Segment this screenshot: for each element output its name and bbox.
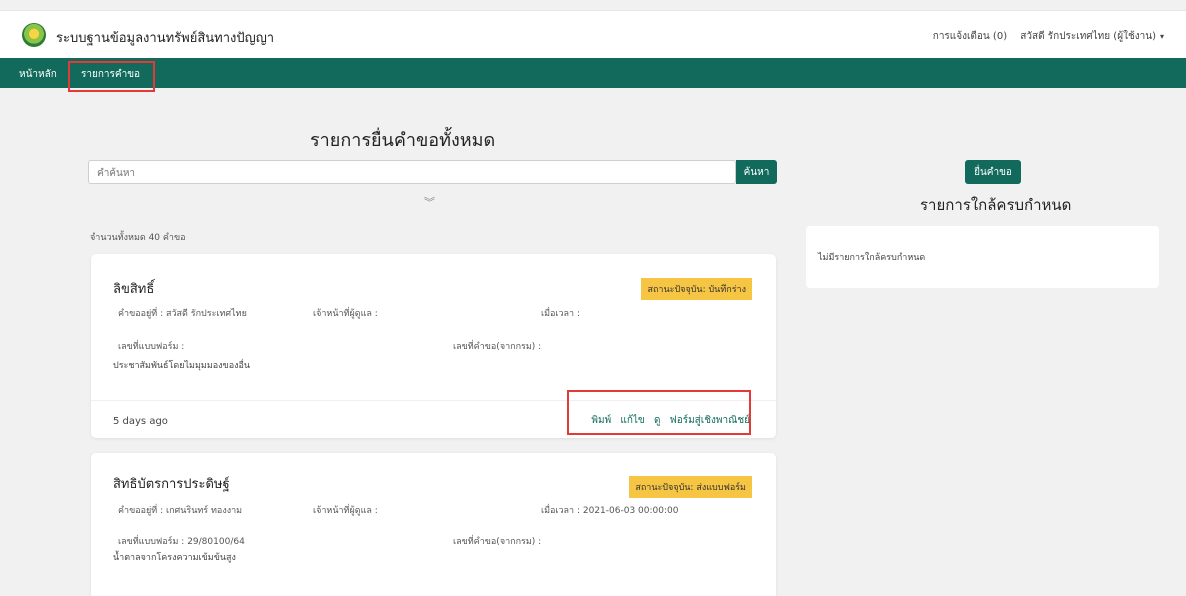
card-time-ago: 5 days ago — [113, 416, 168, 427]
card-requester: คำขออยู่ที่ : สวัสดี รักประเทศไทย — [118, 309, 247, 319]
search-input[interactable] — [89, 162, 735, 185]
card-description: ประชาสัมพันธ์โดยไมมุมมองของอื่น — [113, 361, 251, 371]
user-name: สวัสดี รักประเทศไทย (ผู้ใช้งาน) — [1020, 31, 1156, 42]
chevron-down-icon[interactable]: ︾ — [424, 194, 435, 210]
highlight-box-actions — [567, 390, 751, 435]
nav-bar: หน้าหลัก รายการคำขอ — [0, 58, 1186, 88]
page-title: รายการยื่นคำขอทั้งหมด — [310, 130, 496, 151]
due-soon-empty-text: ไม่มีรายการใกล้ครบกำหนด — [818, 253, 926, 263]
card-request-no: เลขที่คำขอ(จากกรม) : — [453, 537, 542, 547]
request-count: จำนวนทั้งหมด 40 คำขอ — [90, 233, 186, 243]
card-title: ลิขสิทธิ์ — [113, 282, 155, 297]
status-badge: สถานะปัจจุบัน: บันทึกร่าง — [641, 278, 752, 300]
card-form-no: เลขที่แบบฟอร์ม : — [118, 342, 185, 352]
card-officer: เจ้าหน้าที่ผู้ดูแล : — [313, 506, 378, 516]
notifications-link[interactable]: การแจ้งเตือน (0) — [933, 31, 1007, 42]
status-badge: สถานะปัจจุบัน: ส่งแบบฟอร์ม — [629, 476, 752, 498]
due-soon-title: รายการใกล้ครบกำหนด — [920, 196, 1072, 214]
card-title: สิทธิบัตรการประดิษฐ์ — [113, 477, 230, 492]
nav-home[interactable]: หน้าหลัก — [19, 67, 57, 82]
card-form-no: เลขที่แบบฟอร์ม : 29/80100/64 — [118, 537, 245, 547]
card-officer: เจ้าหน้าที่ผู้ดูแล : — [313, 309, 378, 319]
due-soon-panel: ไม่มีรายการใกล้ครบกำหนด — [806, 226, 1159, 288]
card-time: เมื่อเวลา : — [541, 309, 581, 319]
highlight-box-nav — [68, 61, 155, 92]
card-request-no: เลขที่คำขอ(จากกรม) : — [453, 342, 542, 352]
search-button[interactable]: ค้นหา — [736, 160, 777, 184]
site-logo[interactable] — [22, 23, 46, 47]
user-menu[interactable]: สวัสดี รักประเทศไทย (ผู้ใช้งาน) ▾ — [1020, 31, 1164, 42]
card-requester: คำขออยู่ที่ : เกศนรินทร์ ทองงาม — [118, 506, 243, 516]
site-title[interactable]: ระบบฐานข้อมูลงานทรัพย์สินทางปัญญา — [56, 27, 274, 48]
card-time: เมื่อเวลา : 2021-06-03 00:00:00 — [541, 506, 679, 516]
request-card: สิทธิบัตรการประดิษฐ์ สถานะปัจจุบัน: ส่งแ… — [91, 453, 776, 596]
card-description: น้ำตาลจากโครงความเข้มข้นสูง — [113, 553, 236, 563]
search-box — [88, 160, 736, 185]
top-bar: ระบบฐานข้อมูลงานทรัพย์สินทางปัญญา การแจ้… — [0, 10, 1186, 58]
caret-down-icon: ▾ — [1159, 32, 1164, 41]
submit-request-button[interactable]: ยื่นคำขอ — [965, 160, 1021, 184]
top-right-menu: การแจ้งเตือน (0) สวัสดี รักประเทศไทย (ผู… — [923, 29, 1164, 44]
